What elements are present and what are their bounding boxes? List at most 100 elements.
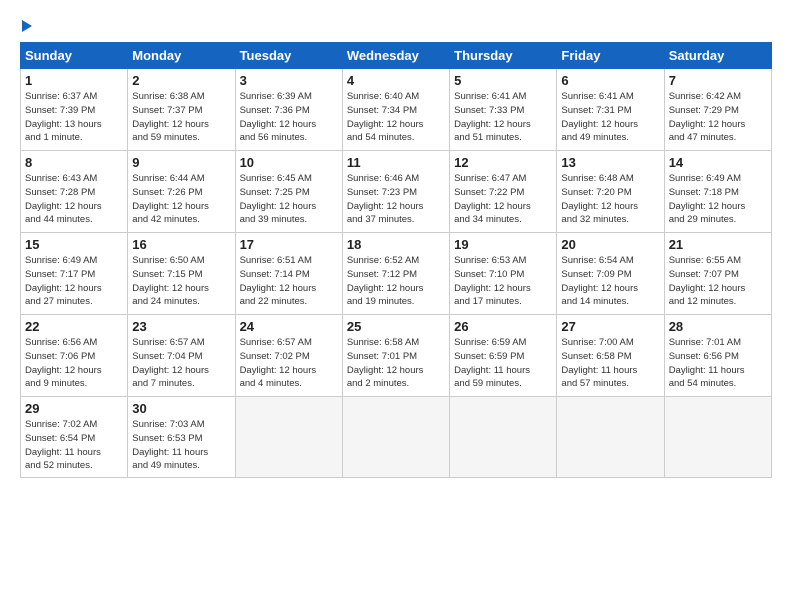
day-cell: 20 Sunrise: 6:54 AMSunset: 7:09 PMDayligh… <box>557 233 664 315</box>
day-info: Sunrise: 6:51 AMSunset: 7:14 PMDaylight:… <box>240 254 338 309</box>
day-cell: 21 Sunrise: 6:55 AMSunset: 7:07 PMDayligh… <box>664 233 771 315</box>
day-cell: 18 Sunrise: 6:52 AMSunset: 7:12 PMDayligh… <box>342 233 449 315</box>
day-cell: 15 Sunrise: 6:49 AMSunset: 7:17 PMDayligh… <box>21 233 128 315</box>
day-cell: 13 Sunrise: 6:48 AMSunset: 7:20 PMDayligh… <box>557 151 664 233</box>
day-number: 4 <box>347 73 445 88</box>
week-row-4: 22Sunrise: 6:56 AMSunset: 7:06 PMDayligh… <box>21 315 772 397</box>
day-number: 15 <box>25 237 123 252</box>
day-number: 14 <box>669 155 767 170</box>
day-cell: 5 Sunrise: 6:41 AMSunset: 7:33 PMDaylight… <box>450 69 557 151</box>
day-number: 19 <box>454 237 552 252</box>
logo <box>20 18 32 32</box>
day-number: 24 <box>240 319 338 334</box>
day-info: Sunrise: 6:57 AMSunset: 7:04 PMDaylight:… <box>132 336 230 391</box>
day-info: Sunrise: 6:44 AMSunset: 7:26 PMDaylight:… <box>132 172 230 227</box>
day-info: Sunrise: 6:42 AMSunset: 7:29 PMDaylight:… <box>669 90 767 145</box>
day-cell: 29 Sunrise: 7:02 AMSunset: 6:54 PMDayligh… <box>21 397 128 478</box>
day-cell: 8 Sunrise: 6:43 AMSunset: 7:28 PMDaylight… <box>21 151 128 233</box>
day-info: Sunrise: 6:59 AMSunset: 6:59 PMDaylight:… <box>454 336 552 391</box>
day-info: Sunrise: 6:50 AMSunset: 7:15 PMDaylight:… <box>132 254 230 309</box>
day-number: 30 <box>132 401 230 416</box>
day-info: Sunrise: 6:57 AMSunset: 7:02 PMDaylight:… <box>240 336 338 391</box>
day-info: Sunrise: 6:43 AMSunset: 7:28 PMDaylight:… <box>25 172 123 227</box>
logo-arrow-icon <box>22 20 32 32</box>
day-info: Sunrise: 6:47 AMSunset: 7:22 PMDaylight:… <box>454 172 552 227</box>
day-number: 20 <box>561 237 659 252</box>
day-cell: 26 Sunrise: 6:59 AMSunset: 6:59 PMDayligh… <box>450 315 557 397</box>
header-row: SundayMondayTuesdayWednesdayThursdayFrid… <box>21 43 772 69</box>
day-number: 9 <box>132 155 230 170</box>
col-header-wednesday: Wednesday <box>342 43 449 69</box>
day-number: 26 <box>454 319 552 334</box>
day-number: 29 <box>25 401 123 416</box>
day-info: Sunrise: 6:46 AMSunset: 7:23 PMDaylight:… <box>347 172 445 227</box>
day-number: 1 <box>25 73 123 88</box>
day-number: 13 <box>561 155 659 170</box>
day-cell: 3 Sunrise: 6:39 AMSunset: 7:36 PMDaylight… <box>235 69 342 151</box>
week-row-5: 29 Sunrise: 7:02 AMSunset: 6:54 PMDayligh… <box>21 397 772 478</box>
day-cell: 25 Sunrise: 6:58 AMSunset: 7:01 PMDayligh… <box>342 315 449 397</box>
day-cell: 30 Sunrise: 7:03 AMSunset: 6:53 PMDayligh… <box>128 397 235 478</box>
page: SundayMondayTuesdayWednesdayThursdayFrid… <box>0 0 792 488</box>
day-number: 18 <box>347 237 445 252</box>
day-cell: 4 Sunrise: 6:40 AMSunset: 7:34 PMDaylight… <box>342 69 449 151</box>
day-info: Sunrise: 6:49 AMSunset: 7:17 PMDaylight:… <box>25 254 123 309</box>
day-info: Sunrise: 7:01 AMSunset: 6:56 PMDaylight:… <box>669 336 767 391</box>
day-cell <box>342 397 449 478</box>
day-cell <box>557 397 664 478</box>
day-info: Sunrise: 6:56 AMSunset: 7:06 PMDaylight:… <box>25 336 123 391</box>
day-cell: 19 Sunrise: 6:53 AMSunset: 7:10 PMDayligh… <box>450 233 557 315</box>
day-cell: 9 Sunrise: 6:44 AMSunset: 7:26 PMDaylight… <box>128 151 235 233</box>
day-number: 8 <box>25 155 123 170</box>
day-info: Sunrise: 7:00 AMSunset: 6:58 PMDaylight:… <box>561 336 659 391</box>
day-cell: 27 Sunrise: 7:00 AMSunset: 6:58 PMDayligh… <box>557 315 664 397</box>
day-info: Sunrise: 7:03 AMSunset: 6:53 PMDaylight:… <box>132 418 230 473</box>
day-info: Sunrise: 6:58 AMSunset: 7:01 PMDaylight:… <box>347 336 445 391</box>
col-header-friday: Friday <box>557 43 664 69</box>
day-cell <box>664 397 771 478</box>
week-row-2: 8 Sunrise: 6:43 AMSunset: 7:28 PMDaylight… <box>21 151 772 233</box>
day-number: 7 <box>669 73 767 88</box>
day-cell <box>450 397 557 478</box>
col-header-thursday: Thursday <box>450 43 557 69</box>
day-cell: 24 Sunrise: 6:57 AMSunset: 7:02 PMDayligh… <box>235 315 342 397</box>
day-number: 6 <box>561 73 659 88</box>
day-info: Sunrise: 6:49 AMSunset: 7:18 PMDaylight:… <box>669 172 767 227</box>
day-info: Sunrise: 6:54 AMSunset: 7:09 PMDaylight:… <box>561 254 659 309</box>
day-cell: 12Sunrise: 6:47 AMSunset: 7:22 PMDayligh… <box>450 151 557 233</box>
day-info: Sunrise: 6:41 AMSunset: 7:33 PMDaylight:… <box>454 90 552 145</box>
day-cell: 1 Sunrise: 6:37 AMSunset: 7:39 PMDaylight… <box>21 69 128 151</box>
day-info: Sunrise: 6:52 AMSunset: 7:12 PMDaylight:… <box>347 254 445 309</box>
day-cell: 7 Sunrise: 6:42 AMSunset: 7:29 PMDaylight… <box>664 69 771 151</box>
day-info: Sunrise: 6:55 AMSunset: 7:07 PMDaylight:… <box>669 254 767 309</box>
day-info: Sunrise: 6:39 AMSunset: 7:36 PMDaylight:… <box>240 90 338 145</box>
day-info: Sunrise: 6:48 AMSunset: 7:20 PMDaylight:… <box>561 172 659 227</box>
day-info: Sunrise: 6:53 AMSunset: 7:10 PMDaylight:… <box>454 254 552 309</box>
day-number: 28 <box>669 319 767 334</box>
day-cell: 23 Sunrise: 6:57 AMSunset: 7:04 PMDayligh… <box>128 315 235 397</box>
day-info: Sunrise: 6:41 AMSunset: 7:31 PMDaylight:… <box>561 90 659 145</box>
day-number: 16 <box>132 237 230 252</box>
day-cell: 11 Sunrise: 6:46 AMSunset: 7:23 PMDayligh… <box>342 151 449 233</box>
day-number: 2 <box>132 73 230 88</box>
week-row-3: 15 Sunrise: 6:49 AMSunset: 7:17 PMDayligh… <box>21 233 772 315</box>
day-number: 23 <box>132 319 230 334</box>
day-number: 11 <box>347 155 445 170</box>
day-cell: 16 Sunrise: 6:50 AMSunset: 7:15 PMDayligh… <box>128 233 235 315</box>
week-row-1: 1 Sunrise: 6:37 AMSunset: 7:39 PMDaylight… <box>21 69 772 151</box>
day-number: 17 <box>240 237 338 252</box>
day-number: 21 <box>669 237 767 252</box>
day-info: Sunrise: 7:02 AMSunset: 6:54 PMDaylight:… <box>25 418 123 473</box>
day-number: 3 <box>240 73 338 88</box>
header <box>20 18 772 32</box>
day-number: 10 <box>240 155 338 170</box>
day-number: 5 <box>454 73 552 88</box>
day-info: Sunrise: 6:37 AMSunset: 7:39 PMDaylight:… <box>25 90 123 145</box>
day-cell: 6 Sunrise: 6:41 AMSunset: 7:31 PMDaylight… <box>557 69 664 151</box>
day-number: 27 <box>561 319 659 334</box>
day-cell <box>235 397 342 478</box>
day-number: 25 <box>347 319 445 334</box>
col-header-sunday: Sunday <box>21 43 128 69</box>
day-info: Sunrise: 6:38 AMSunset: 7:37 PMDaylight:… <box>132 90 230 145</box>
day-info: Sunrise: 6:40 AMSunset: 7:34 PMDaylight:… <box>347 90 445 145</box>
